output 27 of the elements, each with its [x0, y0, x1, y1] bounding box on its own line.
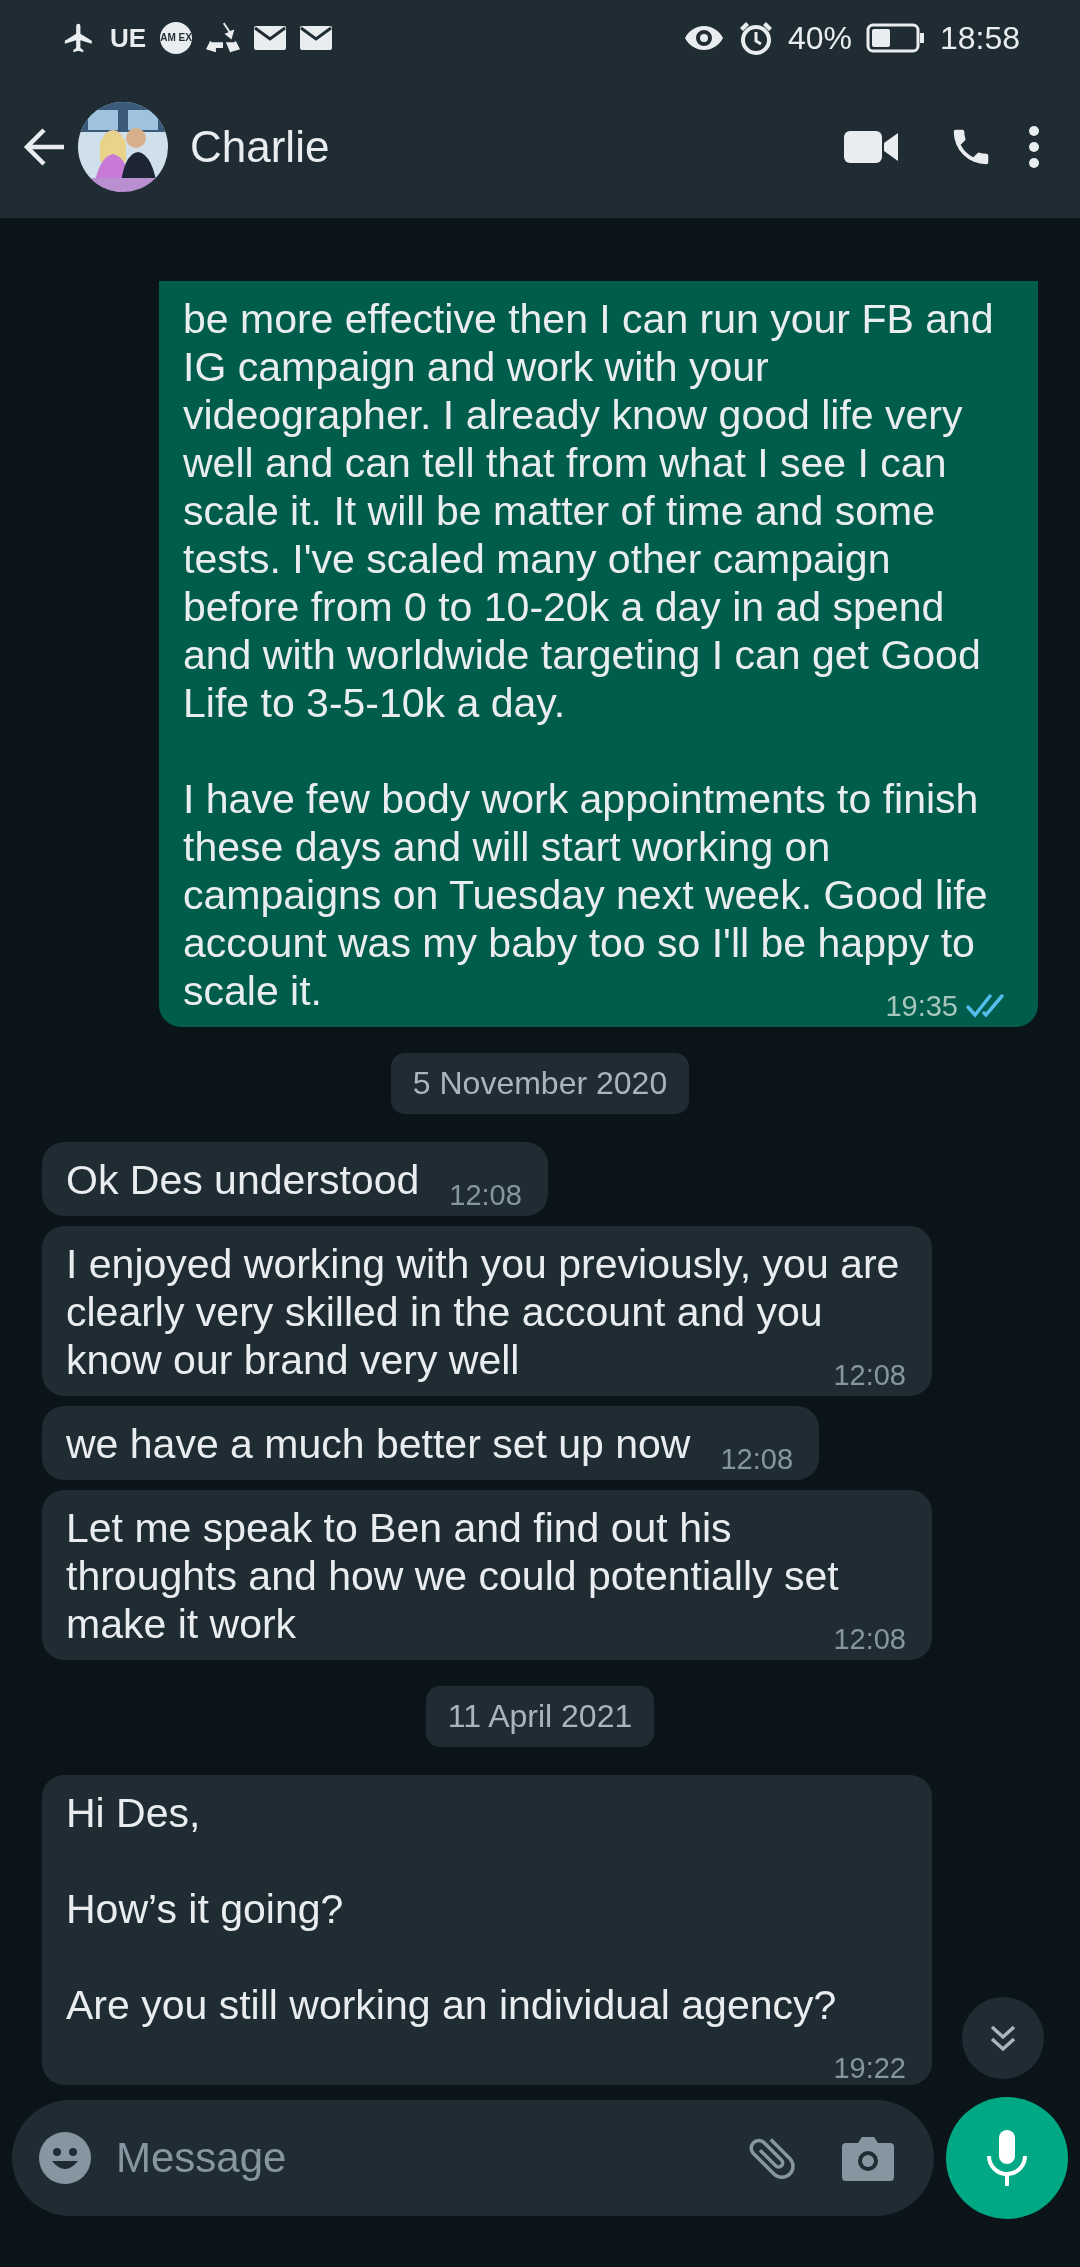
message-input[interactable]: Message [114, 2133, 722, 2183]
message-time: 12:08 [449, 1178, 522, 1212]
emoji-icon[interactable] [38, 2131, 92, 2185]
message-time: 19:35 [885, 989, 958, 1023]
received-message: Hi Des, How’s it going? Are you still working an individual agency? 19:22 [42, 1775, 932, 2085]
message-time: 19:22 [833, 2051, 906, 2085]
mail-icon [254, 26, 287, 50]
battery-icon [865, 23, 926, 53]
menu-icon[interactable] [1028, 125, 1040, 169]
carrier-label: UE [110, 22, 147, 54]
message-field[interactable]: Message [12, 2100, 934, 2216]
received-message: Ok Des understood 12:08 [42, 1142, 548, 1216]
message-time: 12:08 [833, 1622, 906, 1656]
sent-message: be more effective then I can run your FB and IG campaign and work with your videographer. I already know good life very well and can tell that from what I see I can scale it. It will be matter of time and some tests. I've scaled many other campaign before from 0 to 10-20k a day in ad spend and with worldwide targeting I can get Good Life to 3-5-10k a day. I have few body work appointments to finish these days and will start working on campaigns on Tuesday next week. Good life account was my baby too so I'll be happy to scale it. 19:35 [159, 281, 1038, 1027]
card-badge: AM EX [160, 22, 193, 54]
clock-time: 18:58 [939, 19, 1020, 57]
camera-icon[interactable] [842, 2135, 894, 2181]
received-message: I enjoyed working with you previously, you are clearly very skilled in the account and you know our brand very well 12:08 [42, 1226, 932, 1396]
eye-icon [683, 24, 724, 52]
message-time: 12:08 [833, 1358, 906, 1392]
received-message: Let me speak to Ben and find out his throughts and how we could potentially set make it work 12:08 [42, 1490, 932, 1660]
message-time: 12:08 [720, 1442, 794, 1476]
mail-icon [300, 26, 333, 50]
received-message: we have a much better set up now 12:08 [42, 1406, 820, 1480]
date-chip: 5 November 2020 [390, 1053, 690, 1114]
battery-percent: 40% [787, 19, 852, 57]
date-chip: 11 April 2021 [425, 1686, 655, 1747]
